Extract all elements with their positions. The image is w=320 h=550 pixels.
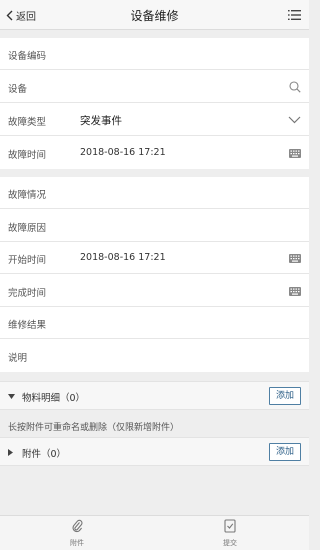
keyboard-icon[interactable] [289,287,301,296]
repair-info-section: 故障情况 故障原因 开始时间 2018-08-16 17:21 完成时间 维修结… [0,177,309,372]
description-label: 说明 [8,353,28,364]
description-row[interactable]: 说明 [0,340,309,372]
submit-tab-label: 提交 [223,539,237,547]
submit-tab[interactable]: 提交 [200,519,260,548]
device-label: 设备 [8,84,28,95]
repair-result-row[interactable]: 维修结果 [0,307,309,339]
fault-situation-label: 故障情况 [8,190,47,201]
attachments-panel[interactable]: 附件（0） 添加 [0,437,309,466]
materials-label: 物料明细（0） [22,393,86,404]
fault-cause-label: 故障原因 [8,223,47,234]
attachments-label: 附件（0） [22,449,67,460]
start-time-value: 2018-08-16 17:21 [80,252,166,263]
repair-result-label: 维修结果 [8,320,47,331]
fault-type-label: 故障类型 [8,117,47,128]
fault-cause-row[interactable]: 故障原因 [0,210,309,242]
device-row[interactable]: 设备 [0,71,309,103]
menu-button[interactable] [288,9,301,21]
fault-situation-row[interactable]: 故障情况 [0,177,309,209]
attach-tab[interactable]: 附件 [47,519,107,548]
caret-down-icon [8,394,15,399]
device-code-label: 设备编码 [8,51,47,62]
materials-panel[interactable]: 物料明细（0） 添加 [0,381,309,410]
chevron-down-icon[interactable] [288,116,301,124]
fault-type-value: 突发事件 [80,115,122,127]
device-code-row[interactable]: 设备编码 [0,38,309,70]
start-time-row[interactable]: 开始时间 2018-08-16 17:21 [0,242,309,274]
submit-icon [224,519,236,533]
keyboard-icon[interactable] [289,149,301,158]
caret-right-icon [8,449,13,456]
attachments-note: 长按附件可重命名或删除（仅限新增附件） [8,423,180,433]
add-attachment-button[interactable]: 添加 [269,443,301,461]
fault-type-row[interactable]: 故障类型 突发事件 [0,104,309,136]
fault-time-row[interactable]: 故障时间 2018-08-16 17:21 [0,137,309,169]
finish-time-label: 完成时间 [8,288,47,299]
start-time-label: 开始时间 [8,255,47,266]
add-material-button[interactable]: 添加 [269,387,301,405]
list-menu-icon [288,10,301,20]
basic-info-section: 设备编码 设备 故障类型 突发事件 故障时间 2018-08-16 17:21 [0,38,309,169]
fault-time-label: 故障时间 [8,150,47,161]
paperclip-icon [72,519,82,533]
bottom-action-bar: 附件 提交 [0,515,309,550]
finish-time-row[interactable]: 完成时间 [0,275,309,307]
page-title: 设备维修 [130,9,179,23]
search-icon[interactable] [289,81,301,93]
attach-tab-label: 附件 [70,539,84,547]
keyboard-icon[interactable] [289,254,301,263]
top-nav-bar: 返回 设备维修 [0,0,309,30]
fault-time-value: 2018-08-16 17:21 [80,147,166,158]
